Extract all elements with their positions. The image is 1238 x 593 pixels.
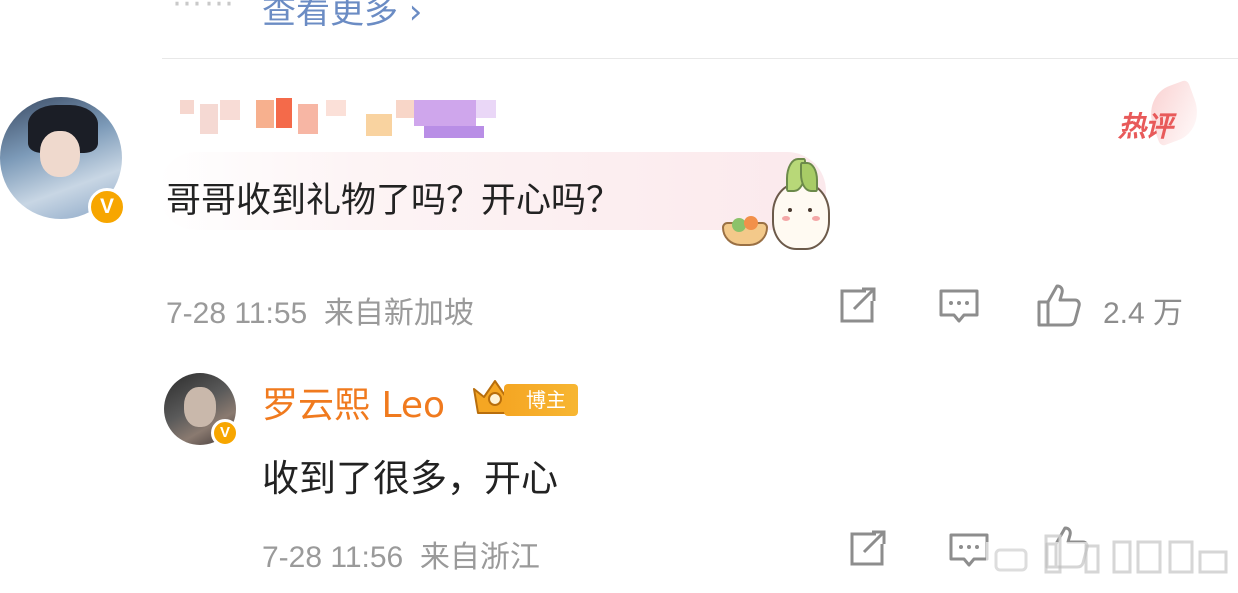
divider bbox=[162, 58, 1238, 59]
comment-icon[interactable] bbox=[948, 532, 990, 570]
hot-comment-tag: 热评 bbox=[1118, 110, 1173, 143]
share-icon[interactable] bbox=[846, 530, 888, 568]
more-dots: ⋯⋯ bbox=[172, 0, 236, 21]
comment-text: 哥哥收到礼物了吗？开心吗？ bbox=[166, 181, 622, 221]
view-more-link[interactable]: 查看更多 › bbox=[262, 0, 422, 33]
radish-sticker-icon bbox=[772, 158, 830, 250]
comment-icon[interactable] bbox=[938, 288, 980, 326]
like-icon[interactable] bbox=[1036, 282, 1084, 328]
reply-location: 来自浙江 bbox=[419, 541, 540, 574]
verified-badge-icon: V bbox=[88, 188, 126, 226]
reply-meta: 7-28 11:56 来自浙江 bbox=[262, 532, 540, 576]
avatar-face bbox=[40, 131, 80, 177]
cheek-shape bbox=[782, 216, 790, 221]
reply-time: 7-28 11:56 bbox=[262, 541, 404, 574]
fruit-shape bbox=[744, 216, 758, 230]
commenter-username-blurred[interactable] bbox=[176, 98, 516, 142]
comment-time: 7-28 11:55 bbox=[166, 297, 308, 330]
watermark-overlay bbox=[986, 526, 1238, 582]
avatar-face bbox=[184, 387, 216, 427]
cheek-shape bbox=[812, 216, 820, 221]
reply-text: 收到了很多，开心 bbox=[262, 457, 558, 500]
comment-location: 来自新加坡 bbox=[323, 297, 474, 330]
comment-meta: 7-28 11:55 来自新加坡 bbox=[166, 288, 474, 332]
eye-shape bbox=[788, 208, 792, 212]
share-icon[interactable] bbox=[836, 287, 878, 325]
author-badge: 博主 bbox=[504, 384, 578, 416]
verified-badge-icon: V bbox=[211, 419, 239, 447]
like-count: 2.4 万 bbox=[1103, 297, 1184, 330]
fruit-basket-icon bbox=[722, 216, 768, 246]
reply-username[interactable]: 罗云熙 Leo bbox=[262, 376, 445, 428]
eye-shape bbox=[808, 208, 812, 212]
